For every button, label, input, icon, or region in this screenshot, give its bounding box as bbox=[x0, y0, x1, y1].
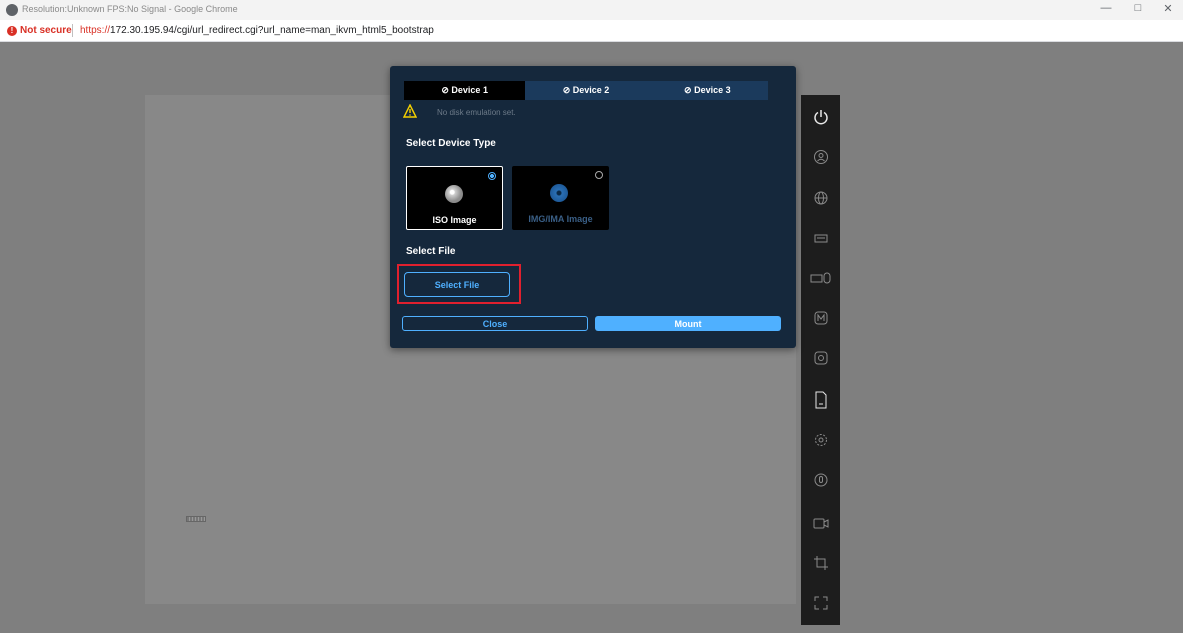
keyboard-indicator-icon bbox=[186, 516, 206, 522]
fullscreen-icon[interactable] bbox=[801, 583, 840, 623]
device-tabs: ⊘ Device 1 ⊘ Device 2 ⊘ Device 3 bbox=[404, 81, 768, 100]
mount-button[interactable]: Mount bbox=[595, 316, 781, 331]
iso-image-label: ISO Image bbox=[432, 215, 477, 225]
virtual-media-icon[interactable] bbox=[801, 338, 840, 378]
url-scheme: https:// bbox=[80, 25, 111, 36]
globe-icon[interactable] bbox=[801, 178, 840, 218]
not-secure-icon[interactable]: ! bbox=[7, 26, 17, 36]
chrome-icon bbox=[6, 4, 18, 16]
tab-device-1[interactable]: ⊘ Device 1 bbox=[404, 81, 526, 100]
device-type-heading: Select Device Type bbox=[406, 138, 496, 149]
kvm-toolbar bbox=[801, 95, 840, 625]
img-ima-image-option[interactable]: IMG/IMA Image bbox=[512, 166, 609, 230]
close-button[interactable]: Close bbox=[402, 316, 588, 331]
video-record-icon[interactable] bbox=[801, 503, 840, 543]
restore-icon[interactable]: □ bbox=[1128, 2, 1148, 14]
crop-icon[interactable] bbox=[801, 543, 840, 583]
warning-icon bbox=[403, 104, 417, 118]
tab-device-2[interactable]: ⊘ Device 2 bbox=[525, 81, 647, 100]
address-divider bbox=[72, 24, 73, 37]
mouse-icon[interactable] bbox=[801, 460, 840, 500]
iso-radio[interactable] bbox=[488, 172, 496, 180]
disc-icon bbox=[445, 185, 463, 203]
minimize-icon[interactable]: — bbox=[1096, 2, 1116, 14]
url-text[interactable]: https://172.30.195.94/cgi/url_redirect.c… bbox=[80, 25, 434, 36]
address-bar[interactable]: ! Not secure https://172.30.195.94/cgi/u… bbox=[0, 20, 1183, 42]
img-radio[interactable] bbox=[595, 171, 603, 179]
img-ima-image-label: IMG/IMA Image bbox=[528, 214, 593, 224]
select-file-button[interactable]: Select File bbox=[404, 272, 510, 297]
window-title: Resolution:Unknown FPS:No Signal - Googl… bbox=[22, 4, 238, 14]
floppy-disc-icon bbox=[550, 184, 568, 202]
not-secure-label[interactable]: Not secure bbox=[20, 25, 72, 36]
keyboard-mouse-icon[interactable] bbox=[801, 258, 840, 298]
settings-icon[interactable] bbox=[801, 420, 840, 460]
warning-message: No disk emulation set. bbox=[437, 108, 516, 117]
power-icon[interactable] bbox=[801, 97, 840, 137]
user-icon[interactable] bbox=[801, 137, 840, 177]
select-file-heading: Select File bbox=[406, 246, 456, 257]
file-icon[interactable] bbox=[801, 380, 840, 420]
tab-device-3[interactable]: ⊘ Device 3 bbox=[646, 81, 768, 100]
browser-title-bar: Resolution:Unknown FPS:No Signal - Googl… bbox=[0, 0, 1183, 20]
url-path: 172.30.195.94/cgi/url_redirect.cgi?url_n… bbox=[110, 25, 434, 36]
keyboard-icon[interactable] bbox=[801, 218, 840, 258]
macro-icon[interactable] bbox=[801, 298, 840, 338]
iso-image-option[interactable]: ISO Image bbox=[406, 166, 503, 230]
close-window-icon[interactable]: ✕ bbox=[1158, 2, 1178, 15]
virtual-media-dialog: ⊘ Device 1 ⊘ Device 2 ⊘ Device 3 No disk… bbox=[390, 66, 796, 348]
